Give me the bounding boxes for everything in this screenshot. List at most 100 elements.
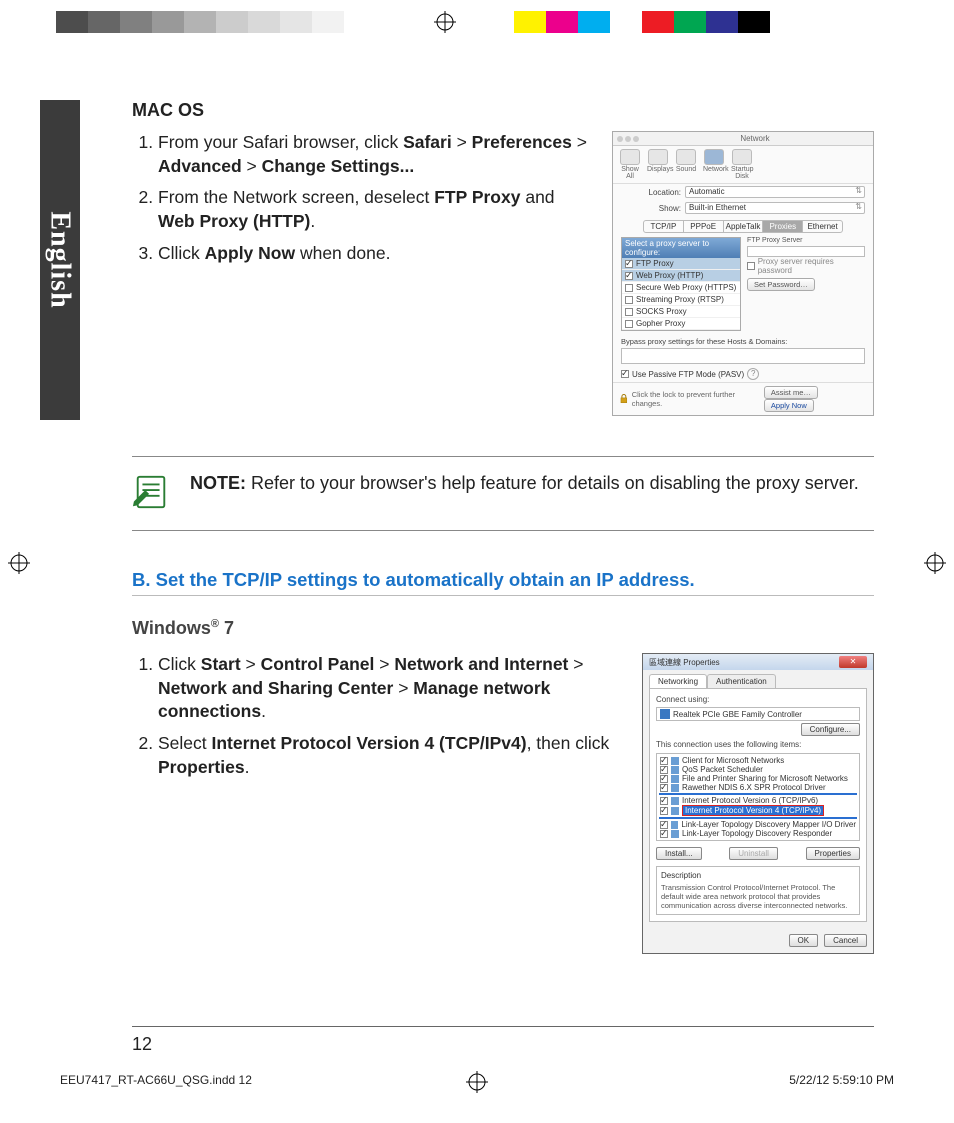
win-description-box: Description Transmission Control Protoco… bbox=[656, 866, 860, 915]
section-b-heading: B. Set the TCP/IP settings to automatica… bbox=[132, 569, 874, 591]
win-item-row[interactable]: Link-Layer Topology Discovery Responder bbox=[659, 829, 857, 838]
mac-pw-checkbox[interactable] bbox=[747, 262, 755, 270]
win-item-checkbox[interactable] bbox=[660, 830, 668, 838]
win-uninstall-button[interactable]: Uninstall bbox=[729, 847, 778, 860]
mac-proxy-checkbox[interactable] bbox=[625, 308, 633, 316]
mac-tab[interactable]: Proxies bbox=[763, 221, 803, 232]
mac-help-icon[interactable]: ? bbox=[747, 368, 759, 380]
traffic-light-zoom[interactable] bbox=[633, 136, 639, 142]
page-footer-rule bbox=[132, 1026, 874, 1027]
win-item-row[interactable]: File and Printer Sharing for Microsoft N… bbox=[659, 774, 857, 783]
mac-location-select[interactable]: Automatic bbox=[685, 186, 865, 198]
mac-toolbar-item[interactable]: Network bbox=[703, 149, 725, 180]
mac-toolbar-item[interactable]: Startup Disk bbox=[731, 149, 753, 180]
win-item-checkbox[interactable] bbox=[660, 775, 668, 783]
win-tab-authentication[interactable]: Authentication bbox=[707, 674, 776, 688]
win-item-row[interactable]: Internet Protocol Version 4 (TCP/IPv4) bbox=[659, 805, 857, 816]
registration-cross-top bbox=[434, 11, 456, 33]
mac-apply-now-button[interactable]: Apply Now bbox=[764, 399, 814, 412]
mac-proxy-row[interactable]: FTP Proxy bbox=[622, 258, 740, 270]
mac-tabs: TCP/IPPPPoEAppleTalkProxiesEthernet bbox=[643, 220, 843, 233]
mac-bypass-label: Bypass proxy settings for these Hosts & … bbox=[621, 337, 865, 346]
mac-toolbar-item[interactable]: Show All bbox=[619, 149, 641, 180]
mac-proxy-list[interactable]: Select a proxy server to configure: FTP … bbox=[621, 237, 741, 331]
win-item-checkbox[interactable] bbox=[660, 766, 668, 774]
mac-bypass-field[interactable] bbox=[621, 348, 865, 364]
gray-swatch bbox=[120, 11, 152, 33]
win-item-checkbox[interactable] bbox=[660, 757, 668, 765]
win-item-row[interactable]: Internet Protocol Version 6 (TCP/IPv6) bbox=[659, 796, 857, 805]
win-item-row[interactable]: QoS Packet Scheduler bbox=[659, 765, 857, 774]
registration-cross-right bbox=[924, 552, 946, 574]
mac-proxy-checkbox[interactable] bbox=[625, 296, 633, 304]
color-swatches bbox=[514, 11, 770, 33]
color-swatch bbox=[642, 11, 674, 33]
win-titlebar: 區域連線 Properties ✕ bbox=[643, 654, 873, 670]
color-swatch bbox=[514, 11, 546, 33]
win-item-checkbox[interactable] bbox=[660, 821, 668, 829]
section-rule bbox=[132, 595, 874, 596]
mac-proxy-row[interactable]: Web Proxy (HTTP) bbox=[622, 270, 740, 282]
mac-proxy-row[interactable]: Gopher Proxy bbox=[622, 318, 740, 330]
traffic-light-min[interactable] bbox=[625, 136, 631, 142]
mac-titlebar: Network bbox=[613, 132, 873, 146]
mac-tab[interactable]: AppleTalk bbox=[724, 221, 764, 232]
win-configure-button[interactable]: Configure... bbox=[801, 723, 860, 736]
mac-proxy-checkbox[interactable] bbox=[625, 260, 633, 268]
registration-cross-left bbox=[8, 552, 30, 574]
gray-swatch bbox=[152, 11, 184, 33]
mac-proxy-list-header: Select a proxy server to configure: bbox=[622, 238, 740, 258]
lock-icon[interactable] bbox=[619, 394, 629, 404]
traffic-light-close[interactable] bbox=[617, 136, 623, 142]
gray-swatch bbox=[312, 11, 344, 33]
mac-location-label: Location: bbox=[621, 188, 681, 197]
mac-toolbar-item[interactable]: Displays bbox=[647, 149, 669, 180]
component-icon bbox=[671, 775, 679, 783]
mac-proxy-checkbox[interactable] bbox=[625, 284, 633, 292]
win-adapter-field: Realtek PCIe GBE Family Controller bbox=[656, 707, 860, 721]
win-item-row[interactable]: Client for Microsoft Networks bbox=[659, 756, 857, 765]
macos-network-panel: Network Show All Displays Sound Network Star… bbox=[612, 131, 874, 416]
mac-proxy-checkbox[interactable] bbox=[625, 320, 633, 328]
gray-swatch bbox=[56, 11, 88, 33]
mac-show-select[interactable]: Built-in Ethernet bbox=[685, 202, 865, 214]
win-item-checkbox[interactable] bbox=[660, 784, 668, 792]
win-items-list[interactable]: Client for Microsoft NetworksQoS Packet … bbox=[656, 753, 860, 841]
mac-proxy-row[interactable]: SOCKS Proxy bbox=[622, 306, 740, 318]
win-cancel-button[interactable]: Cancel bbox=[824, 934, 867, 947]
gray-swatch bbox=[280, 11, 312, 33]
macos-step-1: From your Safari browser, click Safari >… bbox=[158, 131, 592, 178]
note-box: NOTE: Refer to your browser's help featu… bbox=[132, 456, 874, 531]
mac-tab[interactable]: TCP/IP bbox=[644, 221, 684, 232]
mac-pasv-checkbox[interactable] bbox=[621, 370, 629, 378]
mac-tab[interactable]: PPPoE bbox=[684, 221, 724, 232]
win-properties-button[interactable]: Properties bbox=[806, 847, 860, 860]
macos-step-3: Cllick Apply Now when done. bbox=[158, 242, 592, 266]
color-swatch bbox=[578, 11, 610, 33]
nic-icon bbox=[660, 709, 670, 719]
win-item-row[interactable]: Link-Layer Topology Discovery Mapper I/O… bbox=[659, 820, 857, 829]
win-item-checkbox[interactable] bbox=[660, 797, 668, 805]
win-tab-networking[interactable]: Networking bbox=[649, 674, 707, 688]
mac-proxy-row[interactable]: Streaming Proxy (RTSP) bbox=[622, 294, 740, 306]
mac-toolbar: Show All Displays Sound Network Startup Disk bbox=[613, 146, 873, 184]
win-close-button[interactable]: ✕ bbox=[839, 656, 867, 668]
mac-proxy-checkbox[interactable] bbox=[625, 272, 633, 280]
win-install-button[interactable]: Install... bbox=[656, 847, 702, 860]
language-tab: English bbox=[40, 100, 80, 420]
mac-toolbar-item[interactable]: Sound bbox=[675, 149, 697, 180]
component-icon bbox=[671, 784, 679, 792]
win-item-row[interactable]: Rawether NDIS 6.X SPR Protocol Driver bbox=[659, 783, 857, 792]
imprint-stamp: 5/22/12 5:59:10 PM bbox=[789, 1073, 894, 1087]
win-ok-button[interactable]: OK bbox=[789, 934, 819, 947]
mac-set-password-button[interactable]: Set Password… bbox=[747, 278, 815, 291]
gray-swatch bbox=[344, 11, 376, 33]
win-item-checkbox[interactable] bbox=[660, 807, 668, 815]
win7-step-1: Click Start > Control Panel > Network an… bbox=[158, 653, 622, 724]
note-text: NOTE: Refer to your browser's help featu… bbox=[190, 471, 859, 495]
mac-proxy-row[interactable]: Secure Web Proxy (HTTPS) bbox=[622, 282, 740, 294]
component-icon bbox=[671, 807, 679, 815]
mac-proxy-server-field[interactable] bbox=[747, 246, 865, 257]
mac-tab[interactable]: Ethernet bbox=[803, 221, 842, 232]
mac-assist-button[interactable]: Assist me… bbox=[764, 386, 818, 399]
